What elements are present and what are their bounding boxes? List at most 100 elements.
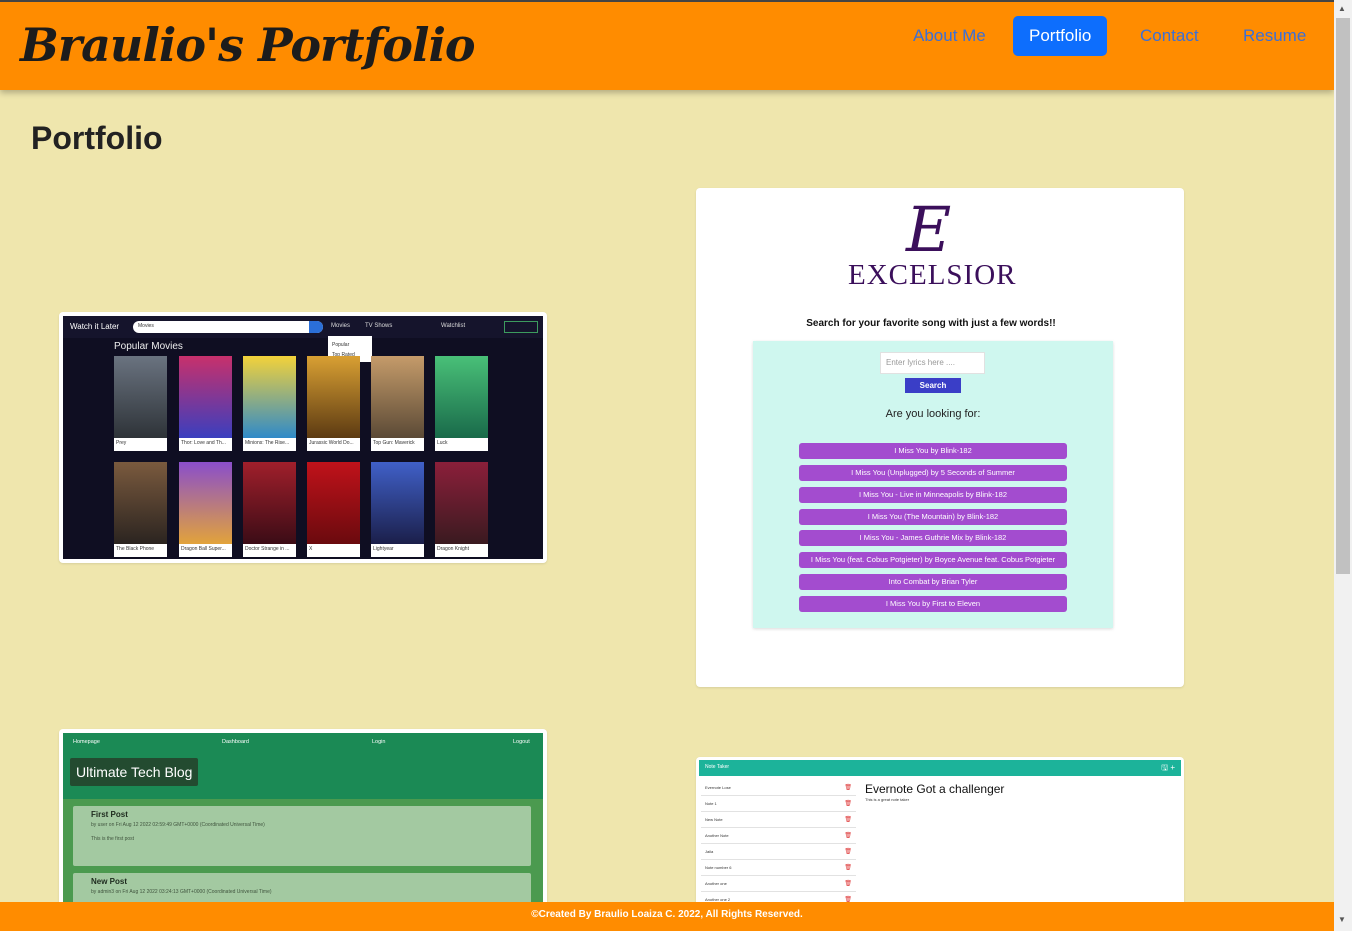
login-button xyxy=(504,321,538,333)
page-scrollbar[interactable]: ▲ ▼ xyxy=(1334,0,1352,931)
excelsior-logo-text: EXCELSIOR xyxy=(848,259,1017,291)
poster-image xyxy=(114,462,167,544)
poster-title: Lightyear xyxy=(373,546,394,552)
note-list-item: Evernote Lose 🗑 xyxy=(701,780,856,796)
results-heading: Are you looking for: xyxy=(885,408,981,420)
note-name: Note number 6 xyxy=(705,865,732,870)
nav-tv-shows: TV Shows xyxy=(365,323,393,329)
note-list-item: New Note 🗑 xyxy=(701,812,856,828)
song-result: I Miss You - Live in Minneapolis by Blin… xyxy=(799,487,1067,503)
dropdown-item: Popular xyxy=(332,342,350,348)
poster-title: Doctor Strange in ... xyxy=(245,546,290,552)
note-name: Evernote Lose xyxy=(705,785,731,790)
excelsior-tagline: Search for your favorite song with just … xyxy=(806,318,1056,329)
nav-about-me[interactable]: About Me xyxy=(897,16,1002,56)
movie-poster: Dragon Knight xyxy=(435,462,488,557)
poster-title: The Black Phone xyxy=(116,546,155,552)
nav-portfolio[interactable]: Portfolio xyxy=(1013,16,1107,56)
blog-nav-dashboard: Dashboard xyxy=(222,739,249,745)
movie-poster: Jurassic World Do... xyxy=(307,356,360,451)
search-category: Movies xyxy=(138,323,154,329)
note-list-item: Another one 🗑 xyxy=(701,876,856,892)
trash-icon: 🗑 xyxy=(844,833,852,839)
poster-image xyxy=(371,356,424,438)
project-card-watch-it-later[interactable]: Watch it Later Movies Movies TV Shows Wa… xyxy=(59,312,547,563)
lyrics-search-input: Enter lyrics here .... xyxy=(880,352,985,374)
active-note-title: Evernote Got a challenger xyxy=(865,782,1005,796)
movie-poster: Lightyear xyxy=(371,462,424,557)
poster-title: Luck xyxy=(437,440,448,446)
note-list-item: Another Note 🗑 xyxy=(701,828,856,844)
post-body: This is the first post xyxy=(91,836,135,842)
note-taker-navbar xyxy=(699,760,1181,776)
section-title: Popular Movies xyxy=(114,341,183,352)
poster-title: Jurassic World Do... xyxy=(309,440,354,446)
movie-poster: Luck xyxy=(435,356,488,451)
scroll-down-arrow-icon[interactable]: ▼ xyxy=(1338,915,1346,924)
nav-resume[interactable]: Resume xyxy=(1227,16,1322,56)
song-result: I Miss You by Blink-182 xyxy=(799,443,1067,459)
post-meta: by user on Fri Aug 12 2022 02:59:49 GMT+… xyxy=(91,822,265,828)
blog-nav-login: Login xyxy=(372,739,386,745)
note-name: New Note xyxy=(705,817,723,822)
poster-image xyxy=(435,356,488,438)
poster-image xyxy=(179,462,232,544)
trash-icon: 🗑 xyxy=(844,849,852,855)
poster-image xyxy=(243,462,296,544)
poster-title: Thor: Love and Th... xyxy=(181,440,226,446)
movie-poster: Dragon Ball Super... xyxy=(179,462,232,557)
poster-image xyxy=(371,462,424,544)
movie-poster: X xyxy=(307,462,360,557)
lyrics-search-button: Search xyxy=(905,378,961,393)
site-footer: ©Created By Braulio Loaiza C. 2022, All … xyxy=(0,902,1334,931)
poster-title: Minions: The Rise... xyxy=(245,440,290,446)
note-list: Evernote Lose 🗑 Note 1 🗑 New Note 🗑 Another… xyxy=(701,780,856,908)
project-screenshot: Note Taker 🖫 + Evernote Lose 🗑 Note 1 🗑 Ne… xyxy=(699,760,1181,914)
movie-poster: Top Gun: Maverick xyxy=(371,356,424,451)
note-list-item: Jaila 🗑 xyxy=(701,844,856,860)
note-list-item: Note 1 🗑 xyxy=(701,796,856,812)
trash-icon: 🗑 xyxy=(844,785,852,791)
save-and-add-icons: 🖫 + xyxy=(1161,763,1175,772)
note-taker-title: Note Taker xyxy=(705,764,730,770)
note-name: Another Note xyxy=(705,833,729,838)
note-list-item: Note number 6 🗑 xyxy=(701,860,856,876)
song-result: I Miss You (Unplugged) by 5 Seconds of S… xyxy=(799,465,1067,481)
note-name: Note 1 xyxy=(705,801,717,806)
search-bar: Movies xyxy=(133,321,323,333)
song-result: I Miss You - James Guthrie Mix by Blink-… xyxy=(799,530,1067,546)
poster-image xyxy=(307,356,360,438)
scroll-up-arrow-icon[interactable]: ▲ xyxy=(1338,4,1346,13)
movie-poster: Thor: Love and Th... xyxy=(179,356,232,451)
poster-title: X xyxy=(309,546,313,552)
nav-contact[interactable]: Contact xyxy=(1124,16,1215,56)
search-icon xyxy=(309,321,323,333)
app-brand: Watch it Later xyxy=(70,322,120,331)
movie-poster: Prey xyxy=(114,356,167,451)
project-screenshot: Homepage Dashboard Login Logout Ultimate… xyxy=(63,733,543,915)
poster-title: Prey xyxy=(116,440,127,446)
scrollbar-thumb[interactable] xyxy=(1336,18,1350,574)
trash-icon: 🗑 xyxy=(844,801,852,807)
excelsior-logo-icon: E xyxy=(906,193,952,266)
poster-title: Dragon Ball Super... xyxy=(181,546,226,552)
blog-nav-logout: Logout xyxy=(513,739,530,745)
brand-logo[interactable]: Braulio's Portfolio xyxy=(20,18,476,72)
poster-image xyxy=(435,462,488,544)
song-result: I Miss You by First to Eleven xyxy=(799,596,1067,612)
movie-poster: Minions: The Rise... xyxy=(243,356,296,451)
blog-title: Ultimate Tech Blog xyxy=(70,758,199,786)
poster-image xyxy=(307,462,360,544)
note-name: Another one xyxy=(705,881,727,886)
project-screenshot: Watch it Later Movies Movies TV Shows Wa… xyxy=(63,316,543,559)
trash-icon: 🗑 xyxy=(844,817,852,823)
project-card-tech-blog[interactable]: Homepage Dashboard Login Logout Ultimate… xyxy=(59,729,547,919)
site-header: Braulio's Portfolio About Me Portfolio C… xyxy=(0,0,1334,90)
song-result: I Miss You (The Mountain) by Blink-182 xyxy=(799,509,1067,525)
poster-title: Dragon Knight xyxy=(437,546,469,552)
poster-image xyxy=(243,356,296,438)
song-result: Into Combat by Brian Tyler xyxy=(799,574,1067,590)
post-meta: by admin3 on Fri Aug 12 2022 03:24:13 GM… xyxy=(91,889,272,895)
project-card-note-taker[interactable]: Note Taker 🖫 + Evernote Lose 🗑 Note 1 🗑 Ne… xyxy=(696,757,1184,917)
poster-image xyxy=(114,356,167,438)
